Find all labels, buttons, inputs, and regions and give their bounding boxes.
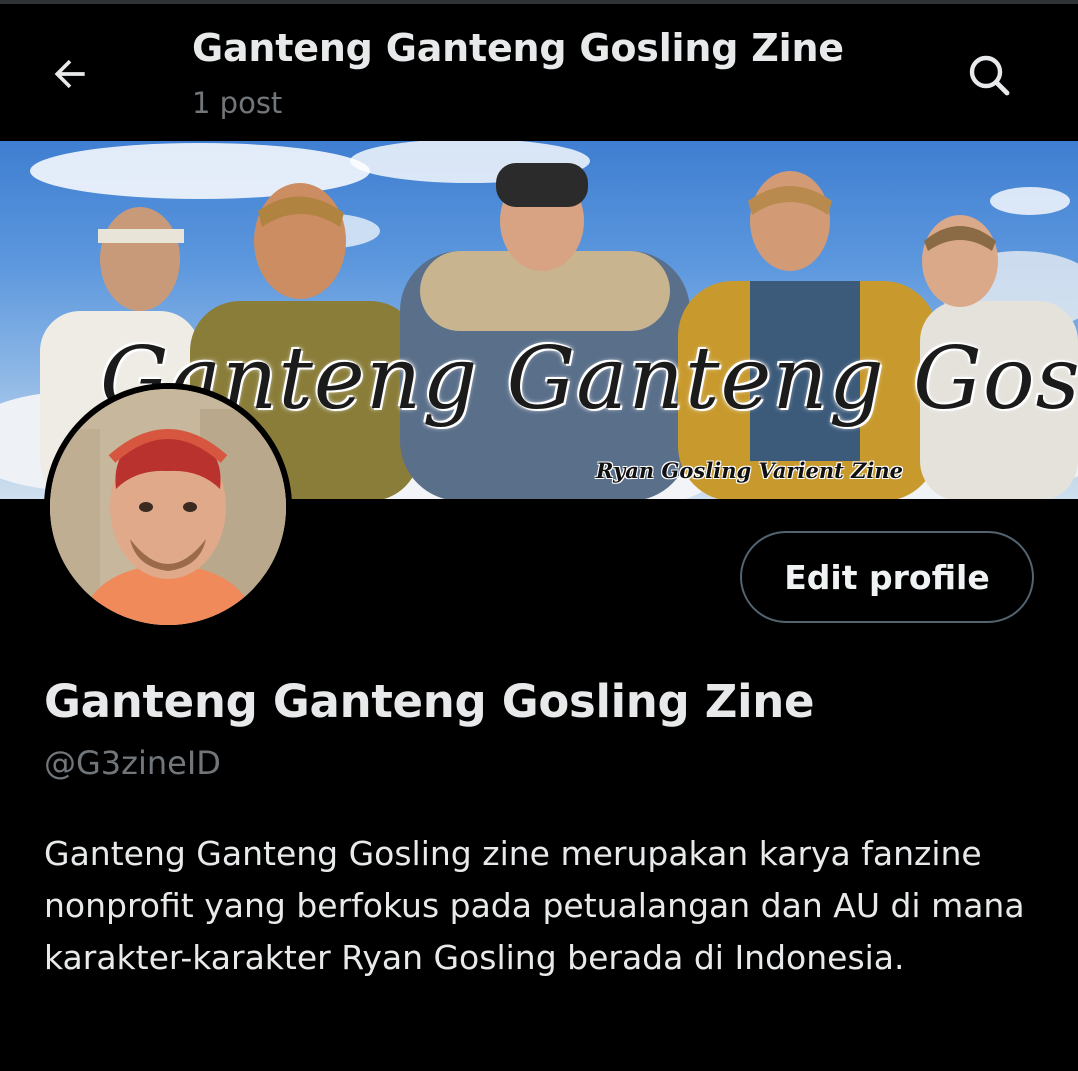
- edit-profile-button[interactable]: Edit profile: [740, 531, 1034, 623]
- banner-subtitle: Ryan Gosling Varient Zine: [596, 458, 904, 483]
- display-name: Ganteng Ganteng Gosling Zine: [44, 675, 815, 728]
- avatar-image: [50, 389, 286, 625]
- handle: @G3zineID: [44, 744, 221, 782]
- search-icon: [969, 55, 1010, 96]
- back-button[interactable]: [40, 44, 100, 104]
- profile-header: Ganteng Ganteng Gosling Zine 1 post: [0, 4, 1078, 140]
- arrow-left-icon: [54, 59, 85, 89]
- search-button[interactable]: [958, 44, 1020, 106]
- bio: Ganteng Ganteng Gosling zine merupakan k…: [44, 834, 1025, 977]
- post-count: 1 post: [192, 86, 283, 120]
- avatar[interactable]: [44, 383, 292, 631]
- header-title: Ganteng Ganteng Gosling Zine: [192, 26, 844, 70]
